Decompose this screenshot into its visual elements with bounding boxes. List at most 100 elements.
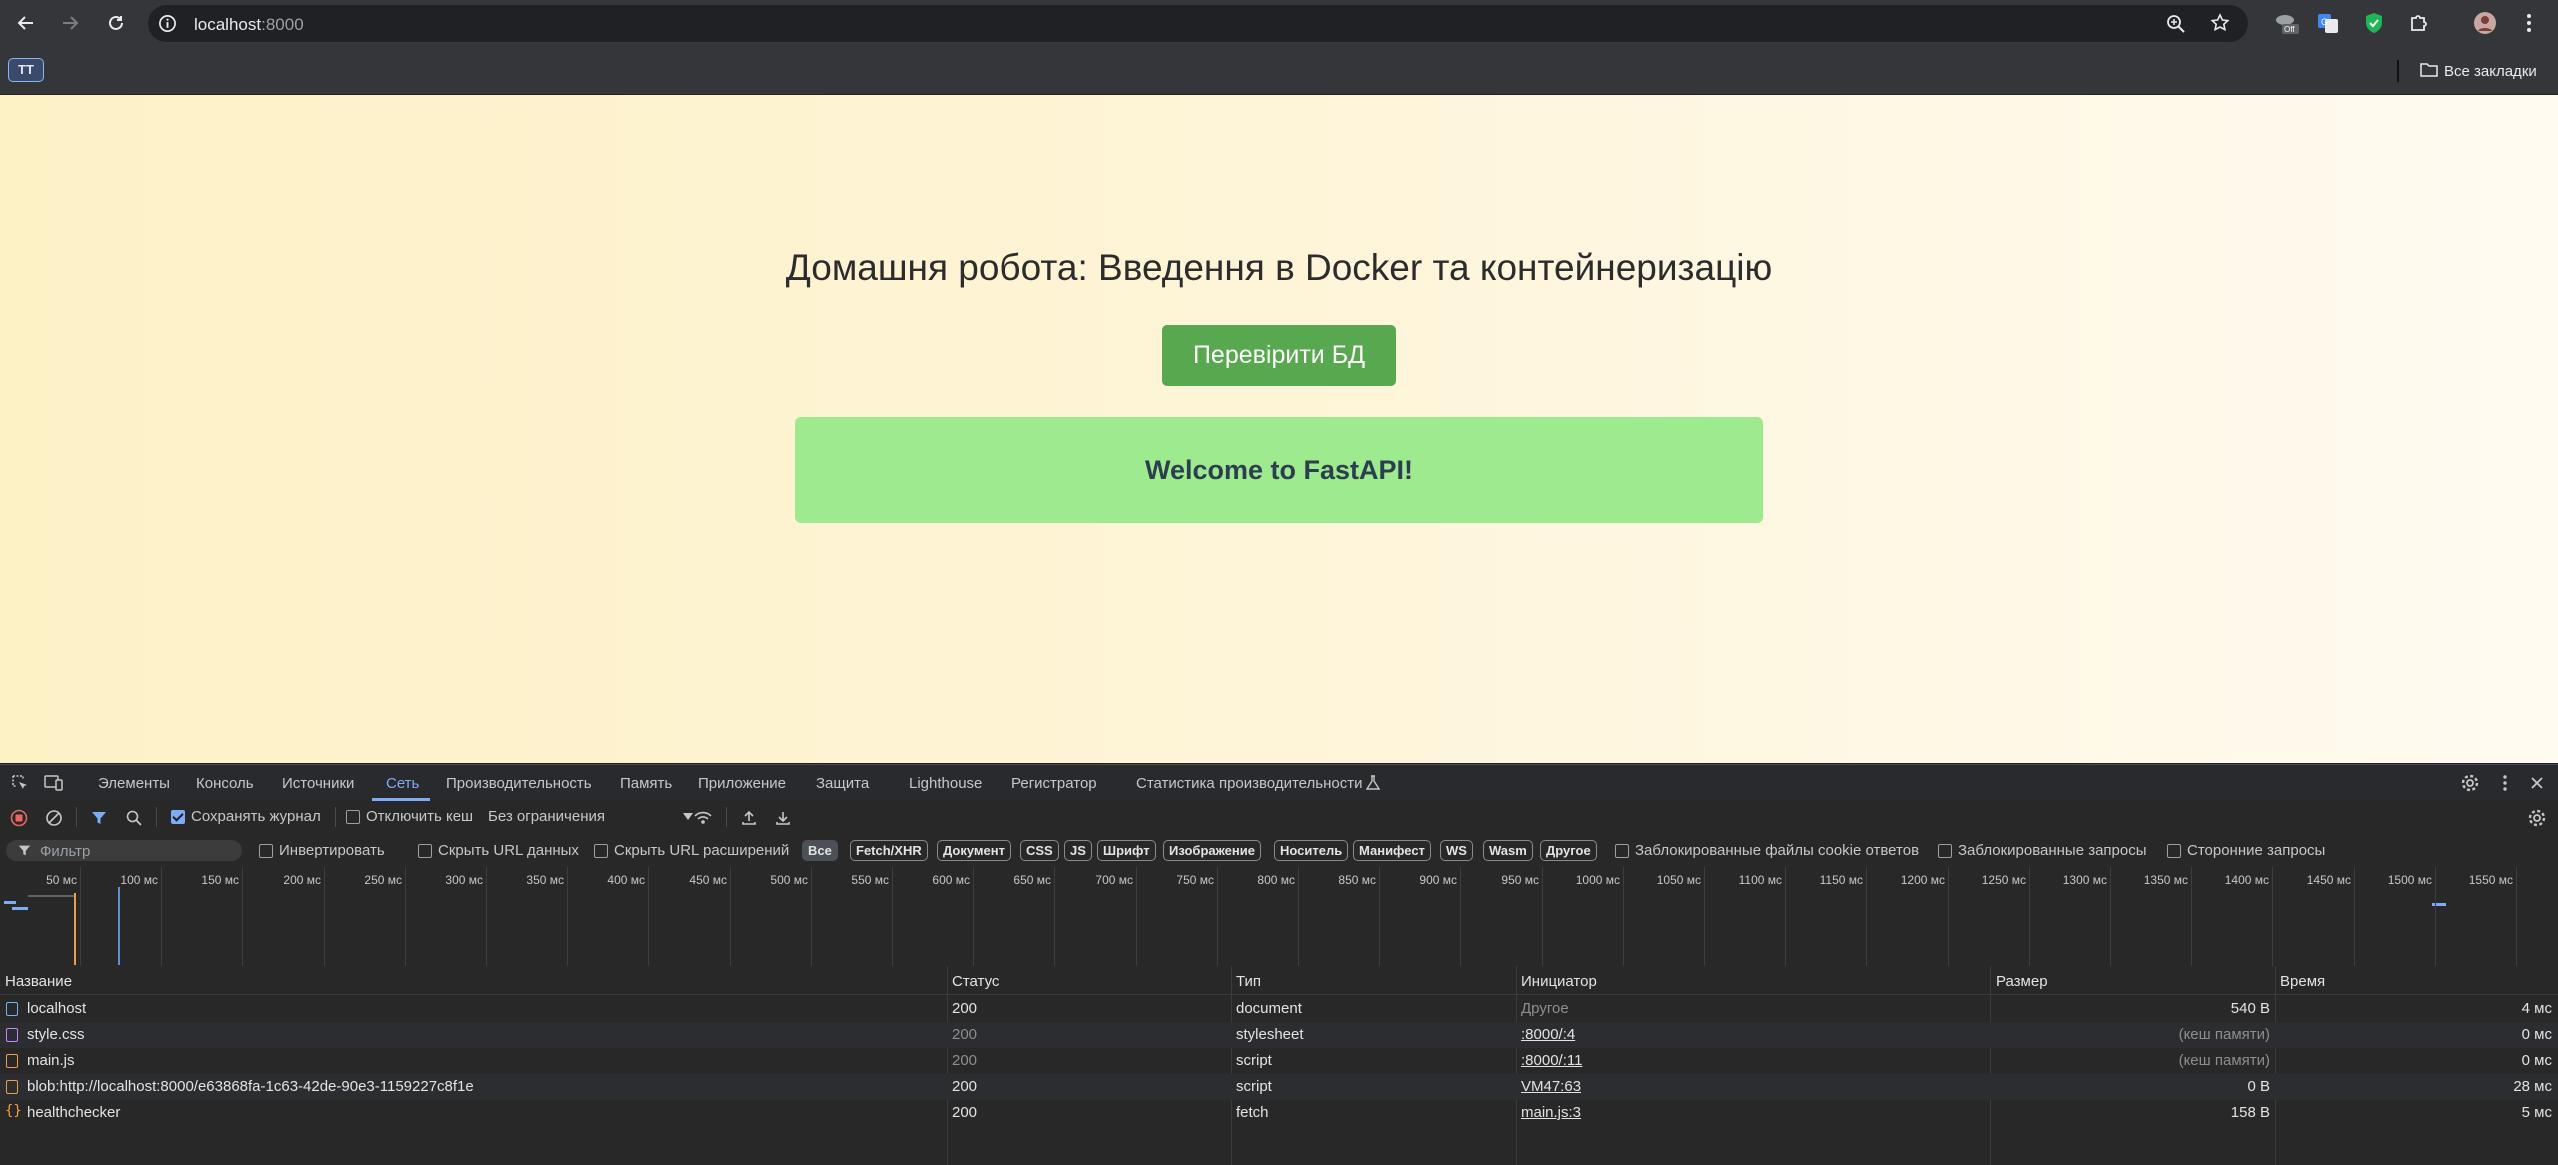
- tab-elements[interactable]: Элементы: [98, 775, 170, 792]
- back-arrow-icon[interactable]: [13, 10, 39, 36]
- forward-arrow-icon[interactable]: [57, 10, 83, 36]
- document-file-icon: [6, 1002, 18, 1016]
- table-row[interactable]: style.css 200 stylesheet :8000/:4 (кеш п…: [0, 1022, 2558, 1048]
- devtools-menu-icon[interactable]: [2494, 772, 2516, 794]
- tab-console[interactable]: Консоль: [196, 775, 254, 792]
- export-har-icon[interactable]: [772, 807, 794, 829]
- tab-application[interactable]: Приложение: [698, 775, 786, 792]
- checkbox-unchecked[interactable]: [259, 843, 273, 858]
- checkbox-unchecked[interactable]: [1615, 843, 1629, 858]
- checkbox-checked[interactable]: [171, 809, 185, 824]
- filter-type-document[interactable]: Документ: [937, 840, 1011, 861]
- table-row[interactable]: {} healthchecker 200 fetch main.js:3 158…: [0, 1100, 2558, 1126]
- timeline-gridline: [2272, 867, 2273, 966]
- timeline-gridline: [811, 867, 812, 966]
- disable-cache-checkbox[interactable]: Отключить кеш: [346, 808, 473, 825]
- filter-type-media[interactable]: Носитель: [1274, 840, 1349, 861]
- extension-off-icon[interactable]: Off: [2274, 10, 2300, 36]
- checkbox-unchecked[interactable]: [1938, 843, 1952, 858]
- zoom-icon[interactable]: [2166, 14, 2186, 39]
- tab-network[interactable]: Сеть: [386, 775, 419, 792]
- col-type[interactable]: Тип: [1236, 973, 1261, 990]
- preserve-log-checkbox[interactable]: Сохранять журнал: [171, 808, 321, 825]
- request-initiator-link[interactable]: main.js:3: [1521, 1104, 1581, 1121]
- timeline-gridline: [1298, 867, 1299, 966]
- filter-type-fetch-xhr[interactable]: Fetch/XHR: [850, 840, 928, 861]
- request-initiator-link[interactable]: :8000/:11: [1521, 1052, 1582, 1069]
- filter-input[interactable]: Фильтр: [6, 840, 242, 861]
- avatar[interactable]: [2472, 10, 2498, 36]
- settings-gear-icon[interactable]: [2459, 772, 2481, 794]
- request-initiator-link[interactable]: VM47:63: [1521, 1078, 1581, 1095]
- svg-text:G: G: [2321, 17, 2328, 27]
- blocked-cookies-checkbox[interactable]: Заблокированные файлы cookie ответов: [1615, 842, 1919, 859]
- request-size: 540 B: [2230, 1000, 2270, 1017]
- filter-type-css[interactable]: CSS: [1020, 840, 1059, 861]
- invert-label: Инвертировать: [279, 842, 385, 859]
- col-name[interactable]: Название: [5, 973, 72, 990]
- hide-ext-urls-checkbox[interactable]: Скрыть URL расширений: [594, 842, 789, 859]
- search-icon[interactable]: [123, 807, 145, 829]
- throttling-select[interactable]: Без ограничения: [488, 808, 694, 825]
- tab-recorder[interactable]: Регистратор: [1011, 775, 1097, 792]
- table-row[interactable]: localhost 200 document Другое 540 B 4 мс: [0, 996, 2558, 1022]
- bookmark-tt[interactable]: TT: [8, 58, 44, 82]
- filter-placeholder: Фильтр: [40, 843, 91, 860]
- tab-performance-insights[interactable]: Статистика производительности: [1136, 775, 1362, 792]
- filter-type-other[interactable]: Другое: [1540, 840, 1597, 861]
- col-initiator[interactable]: Инициатор: [1521, 973, 1597, 990]
- timeline-tick-label: 1350 мс: [2143, 873, 2188, 887]
- filter-type-manifest[interactable]: Манифест: [1353, 840, 1431, 861]
- record-stop-icon[interactable]: [8, 807, 30, 829]
- device-toolbar-icon[interactable]: [43, 772, 65, 794]
- third-party-checkbox[interactable]: Сторонние запросы: [2167, 842, 2325, 859]
- timeline-tick-label: 100 мс: [120, 873, 158, 887]
- request-initiator-link[interactable]: :8000/:4: [1521, 1026, 1575, 1043]
- shield-icon[interactable]: [2361, 10, 2387, 36]
- checkbox-unchecked[interactable]: [594, 843, 608, 858]
- filter-type-ws[interactable]: WS: [1440, 840, 1473, 861]
- checkbox-unchecked[interactable]: [2167, 843, 2181, 858]
- checkbox-unchecked[interactable]: [418, 843, 432, 858]
- network-overview-timeline[interactable]: 50 мс 100 мс 150 мс 200 мс 250 мс 300 мс 350 м…: [0, 867, 2558, 967]
- inspect-icon[interactable]: [9, 772, 31, 794]
- table-row[interactable]: blob:http://localhost:8000/e63868fa-1c63…: [0, 1074, 2558, 1100]
- tab-performance[interactable]: Производительность: [446, 775, 592, 792]
- filter-type-all[interactable]: Все: [802, 840, 838, 861]
- puzzle-icon[interactable]: [2406, 10, 2432, 36]
- network-settings-gear-icon[interactable]: [2526, 807, 2548, 829]
- filter-type-font[interactable]: Шрифт: [1097, 840, 1156, 861]
- request-type: document: [1236, 1000, 1302, 1017]
- kebab-menu-icon[interactable]: [2516, 10, 2542, 36]
- import-har-icon[interactable]: [738, 807, 760, 829]
- network-conditions-icon[interactable]: [692, 807, 714, 829]
- address-bar[interactable]: localhost:8000: [148, 5, 2248, 42]
- check-db-button[interactable]: Перевірити БД: [1162, 325, 1396, 386]
- tab-lighthouse[interactable]: Lighthouse: [909, 775, 982, 792]
- tab-memory[interactable]: Память: [620, 775, 672, 792]
- table-row[interactable]: main.js 200 script :8000/:11 (кеш памяти…: [0, 1048, 2558, 1074]
- star-icon[interactable]: [2210, 13, 2230, 38]
- request-time: 28 мс: [2513, 1078, 2552, 1095]
- checkbox-unchecked[interactable]: [346, 809, 360, 824]
- filter-type-js[interactable]: JS: [1064, 840, 1092, 861]
- invert-checkbox[interactable]: Инвертировать: [259, 842, 385, 859]
- translate-icon[interactable]: G: [2315, 10, 2341, 36]
- filter-type-wasm[interactable]: Wasm: [1483, 840, 1533, 861]
- filter-funnel-icon[interactable]: [88, 807, 110, 829]
- info-icon[interactable]: [158, 14, 177, 38]
- col-size[interactable]: Размер: [1996, 973, 2048, 990]
- col-status[interactable]: Статус: [952, 973, 999, 990]
- clear-icon[interactable]: [43, 807, 65, 829]
- hide-data-urls-checkbox[interactable]: Скрыть URL данных: [418, 842, 579, 859]
- tab-security[interactable]: Защита: [816, 775, 869, 792]
- toolbar-divider: [726, 807, 727, 827]
- close-icon[interactable]: [2526, 772, 2548, 794]
- tab-sources[interactable]: Источники: [282, 775, 354, 792]
- request-name: style.css: [27, 1026, 85, 1043]
- filter-type-image[interactable]: Изображение: [1163, 840, 1261, 861]
- all-bookmarks-button[interactable]: Все закладки: [2420, 60, 2537, 82]
- blocked-requests-checkbox[interactable]: Заблокированные запросы: [1938, 842, 2147, 859]
- reload-icon[interactable]: [103, 10, 129, 36]
- col-time[interactable]: Время: [2280, 973, 2325, 990]
